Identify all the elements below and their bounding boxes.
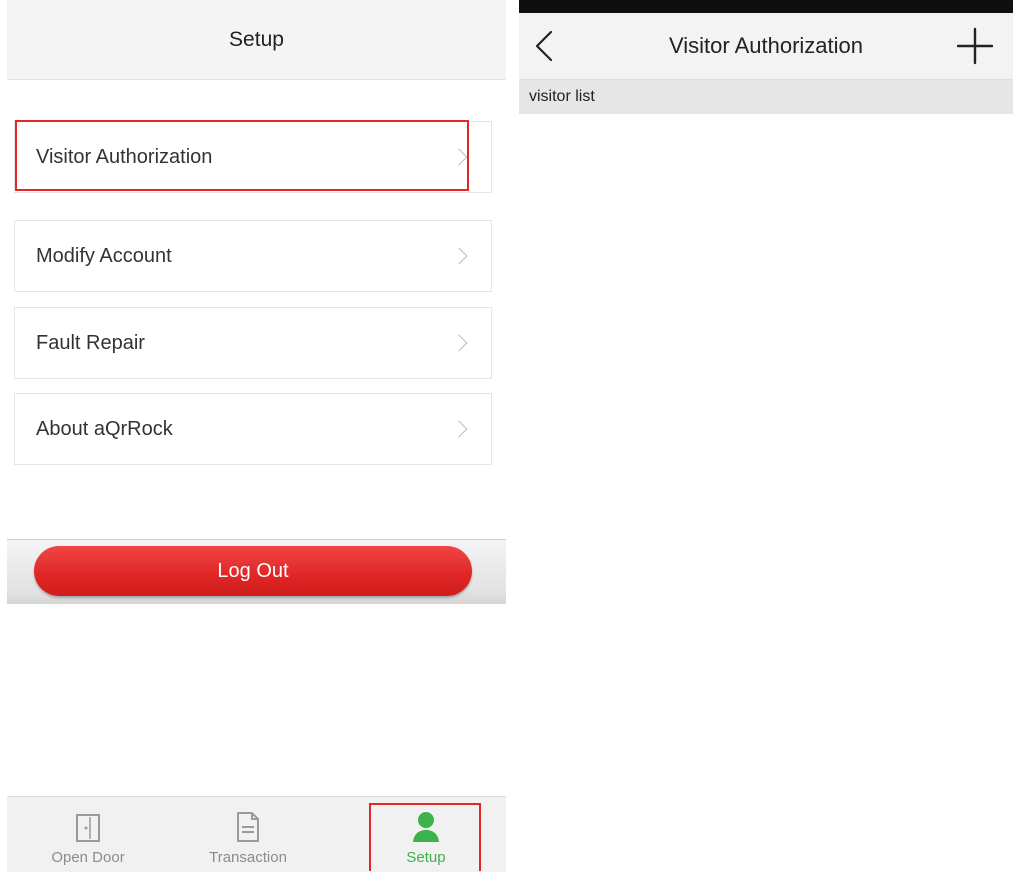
section-label: visitor list — [529, 88, 595, 105]
chevron-right-icon — [450, 247, 468, 265]
add-visitor-button[interactable] — [957, 27, 993, 65]
menu-item-label: Visitor Authorization — [36, 145, 213, 168]
setup-header: Setup — [7, 0, 506, 80]
chevron-left-icon — [535, 30, 553, 62]
tab-open-door[interactable]: Open Door — [33, 797, 143, 872]
visitor-list-header: visitor list — [519, 80, 1013, 114]
back-button[interactable] — [531, 30, 557, 62]
menu-item-about[interactable]: About aQrRock — [14, 393, 492, 465]
menu-item-visitor-authorization[interactable]: Visitor Authorization — [14, 121, 492, 193]
setup-screen: Setup Visitor Authorization Modify Accou… — [0, 0, 506, 872]
visitor-authorization-screen: Visitor Authorization visitor list — [519, 0, 1013, 871]
menu-item-modify-account[interactable]: Modify Account — [14, 220, 492, 292]
door-icon — [76, 814, 100, 842]
visitor-header: Visitor Authorization — [519, 13, 1013, 80]
tab-transaction[interactable]: Transaction — [193, 797, 303, 872]
page-title: Setup — [229, 27, 284, 51]
tab-label: Open Door — [51, 849, 125, 866]
menu-item-label: About aQrRock — [36, 417, 173, 440]
page-title: Visitor Authorization — [668, 33, 864, 58]
chevron-right-icon — [450, 334, 468, 352]
plus-icon — [957, 27, 993, 65]
logout-button[interactable]: Log Out — [34, 546, 472, 596]
tab-label: Transaction — [209, 849, 287, 866]
chevron-right-icon — [450, 420, 468, 438]
menu-item-label: Fault Repair — [36, 331, 145, 354]
document-icon — [237, 812, 259, 842]
tab-highlight-box — [369, 803, 481, 871]
chevron-right-icon — [450, 148, 468, 166]
menu-item-label: Modify Account — [36, 244, 172, 267]
status-bar — [519, 0, 1013, 13]
menu-item-fault-repair[interactable]: Fault Repair — [14, 307, 492, 379]
